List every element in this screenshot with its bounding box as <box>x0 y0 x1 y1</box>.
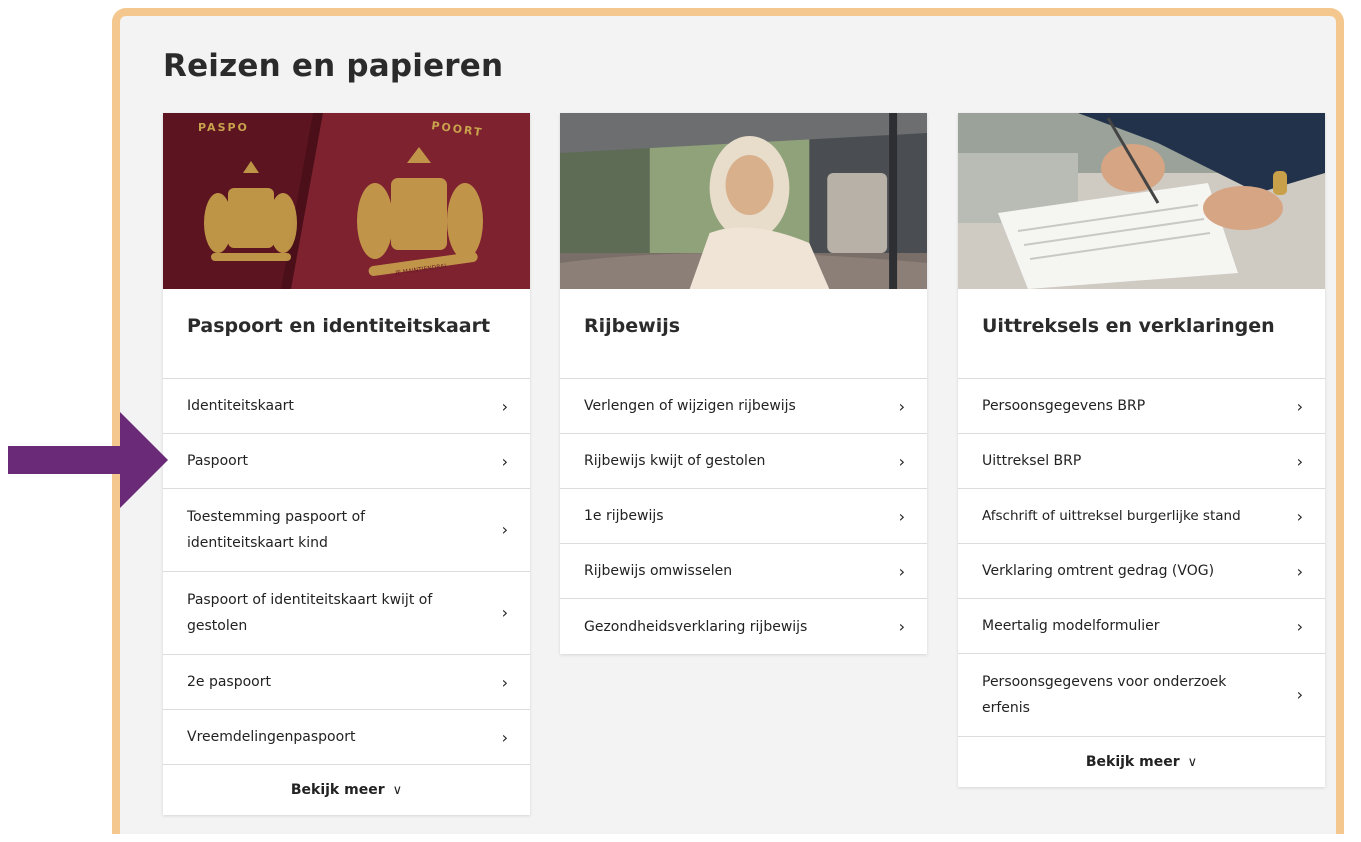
link-2e-paspoort[interactable]: 2e paspoort › <box>163 655 530 710</box>
card-title: Rijbewijs <box>560 289 927 379</box>
link-rijbewijs-kwijt[interactable]: Rijbewijs kwijt of gestolen › <box>560 434 927 489</box>
link-afschrift-burgerlijke-stand[interactable]: Afschrift of uittreksel burgerlijke stan… <box>958 489 1325 544</box>
bekijk-meer-label: Bekijk meer <box>1085 754 1180 770</box>
link-toestemming-kind[interactable]: Toestemming paspoort of identiteitskaart… <box>163 489 530 572</box>
chevron-right-icon: › <box>898 617 905 636</box>
chevron-right-icon: › <box>501 603 508 622</box>
link-onderzoek-erfenis[interactable]: Persoonsgegevens voor onderzoek erfenis … <box>958 654 1325 737</box>
chevron-right-icon: › <box>501 672 508 692</box>
link-label: Afschrift of uittreksel burgerlijke stan… <box>982 508 1241 524</box>
chevron-right-icon: › <box>898 451 905 471</box>
passport-image[interactable]: PASPO POORT JE MAINTIENDRAI <box>163 113 530 289</box>
link-label: Persoonsgegevens BRP <box>982 398 1146 414</box>
chevron-down-icon: ∨ <box>392 782 403 798</box>
link-label: Uittreksel BRP <box>982 453 1082 469</box>
link-label: Gezondheidsverklaring rijbewijs <box>584 618 808 635</box>
car-driver-image[interactable] <box>560 113 927 289</box>
section-title: Reizen en papieren <box>163 48 504 84</box>
link-vog[interactable]: Verklaring omtrent gedrag (VOG) › <box>958 544 1325 599</box>
link-label: 2e paspoort <box>187 674 271 690</box>
link-label: Verlengen of wijzigen rijbewijs <box>584 398 796 414</box>
chevron-right-icon: › <box>898 396 905 416</box>
bekijk-meer-button[interactable]: Bekijk meer ∨ <box>163 765 530 815</box>
card-title: Uittreksels en verklaringen <box>958 289 1325 379</box>
card-title: Paspoort en identiteitskaart <box>163 289 530 379</box>
link-vreemdelingenpaspoort[interactable]: Vreemdelingenpaspoort › <box>163 710 530 765</box>
link-list: Verlengen of wijzigen rijbewijs › Rijbew… <box>560 379 927 654</box>
link-label: Paspoort of identiteitskaart kwijt of ge… <box>187 592 433 634</box>
link-label: Vreemdelingenpaspoort <box>187 729 356 745</box>
bekijk-meer-button[interactable]: Bekijk meer ∨ <box>958 737 1325 787</box>
chevron-right-icon: › <box>501 727 508 747</box>
signing-document-image[interactable] <box>958 113 1325 289</box>
chevron-right-icon: › <box>501 520 508 539</box>
link-label: 1e rijbewijs <box>584 508 664 524</box>
card-uittreksels: Uittreksels en verklaringen Persoonsgege… <box>958 113 1325 787</box>
chevron-right-icon: › <box>1296 451 1303 471</box>
link-verlengen-wijzigen[interactable]: Verlengen of wijzigen rijbewijs › <box>560 379 927 434</box>
link-1e-rijbewijs[interactable]: 1e rijbewijs › <box>560 489 927 544</box>
link-gezondheidsverklaring[interactable]: Gezondheidsverklaring rijbewijs › <box>560 599 927 654</box>
link-identiteitskaart[interactable]: Identiteitskaart › <box>163 379 530 434</box>
chevron-right-icon: › <box>898 506 905 526</box>
link-persoonsgegevens-brp[interactable]: Persoonsgegevens BRP › <box>958 379 1325 434</box>
link-list: Persoonsgegevens BRP › Uittreksel BRP › … <box>958 379 1325 737</box>
link-list: Identiteitskaart › Paspoort › Toestemmin… <box>163 379 530 765</box>
chevron-right-icon: › <box>501 451 508 471</box>
chevron-right-icon: › <box>1296 396 1303 416</box>
link-label: Identiteitskaart <box>187 398 294 414</box>
link-label: Rijbewijs kwijt of gestolen <box>584 453 766 469</box>
link-label: Meertalig modelformulier <box>982 618 1160 634</box>
chevron-right-icon: › <box>1296 685 1303 704</box>
link-label: Verklaring omtrent gedrag (VOG) <box>982 563 1215 579</box>
link-label: Persoonsgegevens voor onderzoek erfenis <box>982 674 1227 716</box>
link-omwisselen[interactable]: Rijbewijs omwisselen › <box>560 544 927 599</box>
bekijk-meer-label: Bekijk meer <box>290 782 385 798</box>
arrow-right-icon <box>8 412 168 508</box>
link-uittreksel-brp[interactable]: Uittreksel BRP › <box>958 434 1325 489</box>
chevron-right-icon: › <box>1296 506 1303 526</box>
chevron-right-icon: › <box>1296 561 1303 581</box>
link-label: Toestemming paspoort of identiteitskaart… <box>187 509 366 551</box>
card-paspoort: PASPO POORT JE MAINTIENDRAI Paspoort en … <box>163 113 530 815</box>
link-label: Rijbewijs omwisselen <box>584 563 733 579</box>
chevron-right-icon: › <box>898 561 905 581</box>
chevron-right-icon: › <box>501 396 508 416</box>
link-kwijt-gestolen[interactable]: Paspoort of identiteitskaart kwijt of ge… <box>163 572 530 655</box>
chevron-down-icon: ∨ <box>1187 754 1198 770</box>
link-label: Paspoort <box>187 453 248 469</box>
passport-cover-text: PASPO <box>198 121 249 134</box>
card-rijbewijs: Rijbewijs Verlengen of wijzigen rijbewij… <box>560 113 927 654</box>
link-paspoort[interactable]: Paspoort › <box>163 434 530 489</box>
chevron-right-icon: › <box>1296 616 1303 636</box>
link-meertalig-modelformulier[interactable]: Meertalig modelformulier › <box>958 599 1325 654</box>
